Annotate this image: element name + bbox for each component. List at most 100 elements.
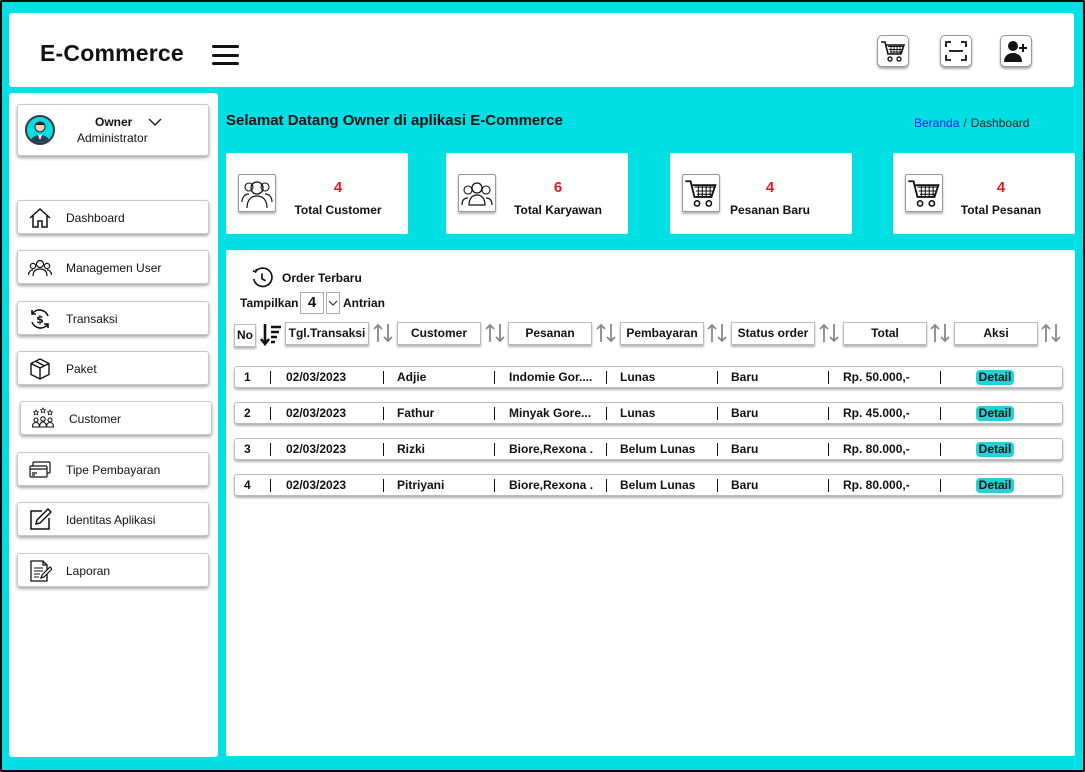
cart-icon[interactable] xyxy=(877,35,909,67)
column-header-total[interactable]: Total xyxy=(843,322,927,345)
sidebar-item-managemen-user[interactable]: Managemen User xyxy=(17,250,209,284)
breadcrumb: Beranda / Dashboard xyxy=(914,116,1029,130)
sidebar-item-label: Identitas Aplikasi xyxy=(66,513,156,527)
sidebar-item-laporan[interactable]: Laporan xyxy=(17,553,209,587)
sort-descending-icon[interactable] xyxy=(259,322,283,346)
customers-icon xyxy=(31,407,55,428)
breadcrumb-home-link[interactable]: Beranda xyxy=(914,116,959,130)
table-row: 2 02/03/2023 Fathur Minyak Gore... Lunas… xyxy=(234,402,1063,424)
cell-total: Rp. 50.000,- xyxy=(843,370,910,384)
table-row: 3 02/03/2023 Rizki Biore,Rexona .. Belum… xyxy=(234,438,1063,460)
sidebar-item-identitas-aplikasi[interactable]: Identitas Aplikasi xyxy=(17,502,209,536)
chevron-down-icon[interactable] xyxy=(326,292,340,314)
cell-no: 3 xyxy=(244,442,251,456)
detail-button[interactable]: Detail xyxy=(976,406,1014,421)
sidebar-item-label: Customer xyxy=(69,412,122,426)
stat-label: Total Customer xyxy=(294,203,382,217)
add-user-icon[interactable] xyxy=(1000,35,1032,67)
hamburger-menu-icon[interactable] xyxy=(212,45,239,65)
cell-date: 02/03/2023 xyxy=(286,370,347,384)
show-entries-select[interactable]: 4 xyxy=(300,292,324,314)
cell-customer: Rizki xyxy=(397,442,426,456)
column-header-no[interactable]: No xyxy=(234,324,256,347)
users-icon xyxy=(28,259,52,277)
cell-no: 1 xyxy=(244,370,251,384)
sort-icon[interactable] xyxy=(372,322,394,344)
sort-icon[interactable] xyxy=(706,322,728,344)
cell-payment: Lunas xyxy=(620,370,656,384)
brand-title: E-Commerce xyxy=(40,40,184,66)
cell-date: 02/03/2023 xyxy=(286,406,347,420)
cell-order: Biore,Rexona .. xyxy=(509,478,593,492)
svg-text:$: $ xyxy=(36,313,44,326)
show-entries-label: Tampilkan xyxy=(240,296,299,310)
column-header-tgl-transaksi[interactable]: Tgl.Transaksi xyxy=(285,322,369,345)
cell-status: Baru xyxy=(731,370,759,384)
sidebar-item-customer[interactable]: Customer xyxy=(20,401,212,435)
stat-label: Pesanan Baru xyxy=(729,203,811,217)
column-header-pembayaran[interactable]: Pembayaran xyxy=(620,322,704,345)
sidebar-item-paket[interactable]: Paket xyxy=(17,351,209,385)
cell-total: Rp. 80.000,- xyxy=(843,478,910,492)
cell-customer: Pitriyani xyxy=(397,478,445,492)
sidebar-item-label: Tipe Pembayaran xyxy=(66,463,161,477)
sidebar: Owner Administrator Dashboard Managemen … xyxy=(9,93,218,757)
sidebar-item-transaksi[interactable]: $ Transaksi xyxy=(17,301,209,335)
chevron-down-icon[interactable] xyxy=(148,117,162,127)
profile-name: Owner xyxy=(95,115,133,129)
column-header-pesanan[interactable]: Pesanan xyxy=(508,322,592,345)
table-row: 1 02/03/2023 Adjie Indomie Gor.... Lunas… xyxy=(234,366,1063,388)
cell-total: Rp. 80.000,- xyxy=(843,442,910,456)
breadcrumb-current: Dashboard xyxy=(970,116,1030,130)
customer-group-icon xyxy=(238,174,276,212)
cell-order: Indomie Gor.... xyxy=(509,370,593,384)
breadcrumb-separator: / xyxy=(963,116,967,130)
cell-date: 02/03/2023 xyxy=(286,478,347,492)
cell-no: 2 xyxy=(244,406,251,420)
clock-history-icon xyxy=(252,267,273,288)
stat-label: Total Pesanan xyxy=(960,203,1042,217)
cell-customer: Fathur xyxy=(397,406,435,420)
stat-card-total-customer: 4 Total Customer xyxy=(226,153,408,234)
cell-customer: Adjie xyxy=(397,370,427,384)
sort-icon[interactable] xyxy=(1040,322,1062,344)
detail-button[interactable]: Detail xyxy=(976,478,1014,493)
page-title: Selamat Datang Owner di aplikasi E-Comme… xyxy=(226,112,563,129)
cell-status: Baru xyxy=(731,406,759,420)
orders-title: Order Terbaru xyxy=(282,271,362,285)
column-header-customer[interactable]: Customer xyxy=(397,322,481,345)
table-row: 4 02/03/2023 Pitriyani Biore,Rexona .. B… xyxy=(234,474,1063,496)
detail-button[interactable]: Detail xyxy=(976,370,1014,385)
stat-label: Total Karyawan xyxy=(514,203,602,217)
avatar xyxy=(25,115,55,145)
profile-role: Administrator xyxy=(77,131,148,145)
package-icon xyxy=(30,358,50,380)
stat-value: 4 xyxy=(996,179,1006,196)
scan-icon[interactable] xyxy=(940,35,972,67)
sidebar-item-label: Laporan xyxy=(66,564,111,578)
column-header-status-order[interactable]: Status order xyxy=(731,322,815,345)
profile-menu[interactable]: Owner Administrator xyxy=(17,104,209,156)
column-header-aksi[interactable]: Aksi xyxy=(954,322,1038,345)
sidebar-item-label: Transaksi xyxy=(66,312,118,326)
sort-icon[interactable] xyxy=(929,322,951,344)
stat-value: 4 xyxy=(765,179,775,196)
sort-icon[interactable] xyxy=(818,322,840,344)
cell-status: Baru xyxy=(731,478,759,492)
payment-cards-icon xyxy=(29,461,51,478)
cell-order: Biore,Rexona .. xyxy=(509,442,593,456)
sort-icon[interactable] xyxy=(595,322,617,344)
stat-value: 4 xyxy=(333,179,343,196)
sidebar-item-dashboard[interactable]: Dashboard xyxy=(17,200,209,234)
cell-status: Baru xyxy=(731,442,759,456)
orders-panel: Order Terbaru Tampilkan 4 Antrian No Tgl… xyxy=(226,250,1075,756)
cell-payment: Lunas xyxy=(620,406,656,420)
sort-icon[interactable] xyxy=(484,322,506,344)
cart-icon xyxy=(905,174,943,212)
edit-icon xyxy=(30,508,52,530)
home-icon xyxy=(29,207,51,228)
cell-payment: Belum Lunas xyxy=(620,478,696,492)
stat-card-total-karyawan: 6 Total Karyawan xyxy=(446,153,628,234)
detail-button[interactable]: Detail xyxy=(976,442,1014,457)
sidebar-item-tipe-pembayaran[interactable]: Tipe Pembayaran xyxy=(17,452,209,486)
